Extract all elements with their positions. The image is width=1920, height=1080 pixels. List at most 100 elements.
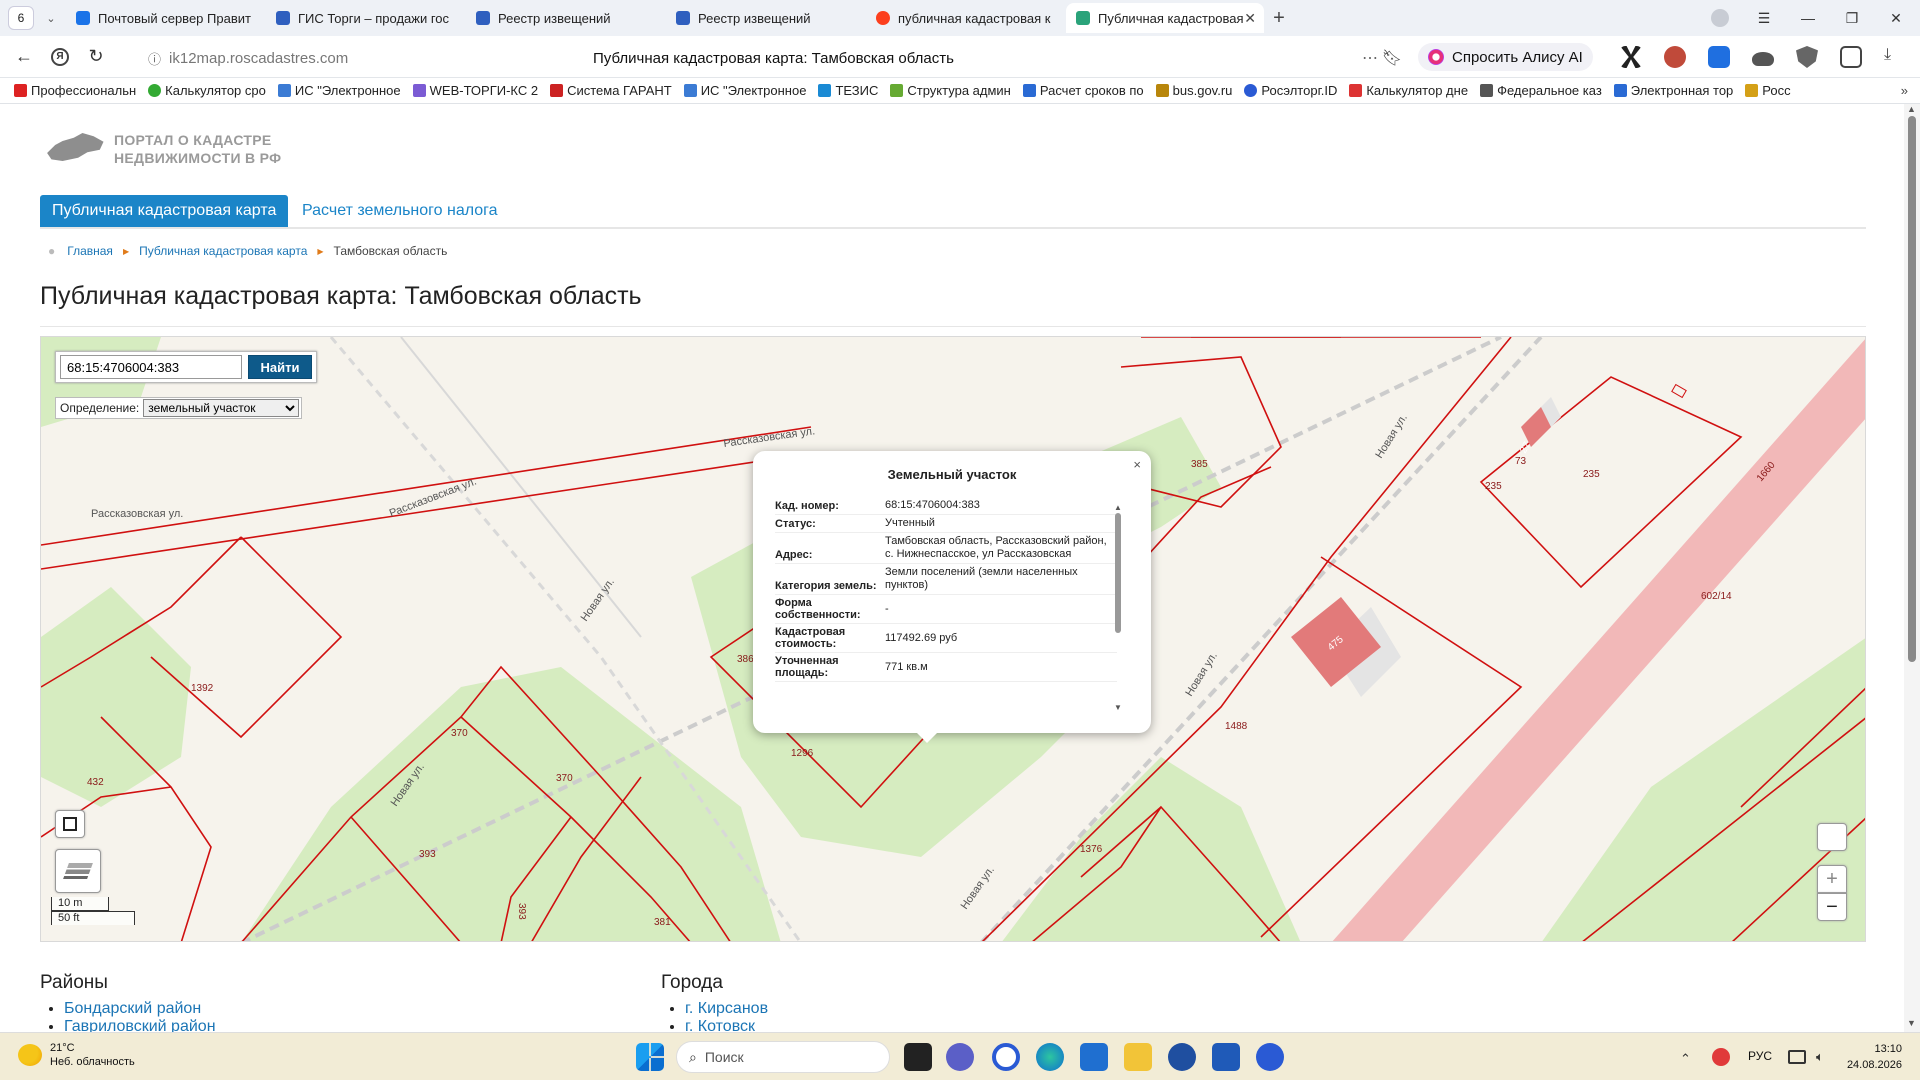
new-tab-button[interactable]: + xyxy=(1264,3,1294,33)
tab-list-dropdown-icon[interactable]: ⌄ xyxy=(38,6,64,30)
district-link[interactable]: Бондарский район xyxy=(64,1000,201,1017)
file-explorer-icon[interactable] xyxy=(1124,1043,1152,1071)
definition-select[interactable]: земельный участок xyxy=(143,399,300,417)
extension-icon[interactable] xyxy=(1620,46,1642,68)
city-link[interactable]: г. Кирсанов xyxy=(685,1000,768,1017)
language-indicator[interactable]: РУС xyxy=(1748,1049,1772,1063)
bookmark-item[interactable]: Расчет сроков по xyxy=(1022,83,1144,98)
app-icon[interactable] xyxy=(992,1043,1020,1071)
popup-close-icon[interactable]: × xyxy=(1133,457,1141,472)
page-scrollbar[interactable]: ▲ ▼ xyxy=(1904,104,1920,1032)
nav-public-cadastral-map[interactable]: Публичная кадастровая карта xyxy=(40,195,289,227)
collections-icon[interactable] xyxy=(1840,46,1862,68)
store-icon[interactable] xyxy=(1080,1043,1108,1071)
bookmark-item[interactable]: ИС "Электронное xyxy=(683,83,806,98)
fullscreen-icon xyxy=(63,817,77,831)
browser-tab[interactable]: Почтовый сервер Правит xyxy=(66,3,264,33)
volume-icon[interactable]: 🔈︎ xyxy=(1816,1049,1832,1065)
page-scroll-thumb[interactable] xyxy=(1908,116,1916,662)
profile-icon[interactable] xyxy=(1698,0,1742,36)
bookmark-item[interactable]: Росэлторг.ID xyxy=(1244,83,1337,98)
logo-line-1: ПОРТАЛ О КАДАСТРЕ xyxy=(114,132,272,148)
ask-alice-button[interactable]: Спросить Алису AI xyxy=(1418,43,1593,71)
address-field[interactable]: ⓘ ik12map.roscadastres.com Публичная кад… xyxy=(148,44,1408,72)
alice-icon xyxy=(1428,49,1444,65)
bookmark-item[interactable]: Федеральное каз xyxy=(1480,83,1602,98)
bookmark-icon[interactable]: 🔖︎ xyxy=(1382,48,1402,68)
browser-menu-icon[interactable]: ☰ xyxy=(1742,0,1786,36)
bookmark-item[interactable]: ТЕЗИС xyxy=(818,83,878,98)
bookmark-item[interactable]: bus.gov.ru xyxy=(1155,83,1232,98)
zoom-in-button[interactable]: + xyxy=(1817,865,1847,893)
word-icon[interactable] xyxy=(1212,1043,1240,1071)
more-icon[interactable]: ⋯ xyxy=(1362,48,1378,68)
scroll-down-icon[interactable]: ▼ xyxy=(1114,703,1122,712)
shield-icon[interactable] xyxy=(1796,46,1818,68)
tray-chevron-icon[interactable]: ⌃ xyxy=(1680,1051,1694,1066)
minimize-icon[interactable]: — xyxy=(1786,0,1830,36)
scroll-down-icon[interactable]: ▼ xyxy=(1907,1018,1916,1028)
teams-icon[interactable] xyxy=(946,1043,974,1071)
tab-favicon-icon xyxy=(676,11,690,25)
breadcrumb-home[interactable]: Главная xyxy=(67,244,113,258)
site-info-icon[interactable]: ⓘ xyxy=(148,49,161,68)
restore-icon[interactable]: ❐ xyxy=(1830,0,1874,36)
parcel-label: 235 xyxy=(1583,469,1600,480)
zoom-out-button[interactable]: − xyxy=(1817,893,1847,921)
bookmark-item[interactable]: Профессиональн xyxy=(14,83,136,98)
popup-scrollbar[interactable]: ▲ ▼ xyxy=(1113,503,1123,713)
edge-icon[interactable] xyxy=(1036,1043,1064,1071)
breadcrumb: ● Главная ▶ Публичная кадастровая карта … xyxy=(48,244,447,258)
task-view-icon[interactable] xyxy=(904,1043,932,1071)
yandex-icon[interactable] xyxy=(1256,1043,1284,1071)
map-tool-button[interactable] xyxy=(1817,823,1847,851)
start-icon[interactable] xyxy=(636,1043,664,1071)
bookmark-item[interactable]: WEB-ТОРГИ-КС 2 xyxy=(412,83,538,98)
system-clock[interactable]: 13:10 24.08.2026 xyxy=(1847,1041,1902,1073)
back-icon[interactable]: ← xyxy=(6,39,42,75)
downloads-icon[interactable]: ⤓ xyxy=(1884,46,1906,68)
browser-tab[interactable]: ГИС Торги – продажи гос xyxy=(266,3,464,33)
yandex-home-icon[interactable]: Я xyxy=(42,39,78,75)
browser-tab[interactable]: публичная кадастровая к xyxy=(866,3,1064,33)
site-logo[interactable]: ПОРТАЛ О КАДАСТРЕ НЕДВИЖИМОСТИ В РФ xyxy=(44,129,281,169)
bookmark-item[interactable]: Электронная тор xyxy=(1613,83,1733,98)
extension-icon[interactable] xyxy=(1752,52,1774,66)
taskbar-search[interactable]: ⌕ Поиск xyxy=(676,1041,890,1073)
district-link[interactable]: Гавриловский район xyxy=(64,1018,216,1032)
close-window-icon[interactable]: ✕ xyxy=(1874,0,1918,36)
bookmark-item[interactable]: Росс xyxy=(1745,83,1791,98)
tab-close-icon[interactable]: ✕ xyxy=(1244,10,1256,27)
scroll-up-icon[interactable]: ▲ xyxy=(1114,503,1122,512)
city-link[interactable]: г. Котовск xyxy=(685,1018,755,1032)
extension-icon[interactable] xyxy=(1664,46,1686,68)
fullscreen-button[interactable] xyxy=(55,810,85,838)
breadcrumb-map[interactable]: Публичная кадастровая карта xyxy=(139,244,307,258)
tab-title: Реестр извещений xyxy=(498,10,611,26)
bookmark-item[interactable]: ИС "Электронное xyxy=(277,83,401,98)
scroll-up-icon[interactable]: ▲ xyxy=(1907,104,1916,114)
bookmark-item[interactable]: Калькулятор дне xyxy=(1349,83,1468,98)
bookmark-item[interactable]: Калькулятор сро xyxy=(148,83,266,98)
layers-button[interactable] xyxy=(55,849,101,893)
bookmark-item[interactable]: Система ГАРАНТ xyxy=(550,83,672,98)
browser-tab-active[interactable]: Публичная кадастровая ✕ xyxy=(1066,3,1264,33)
parcel-label: 432 xyxy=(87,777,104,788)
tray-app-icon[interactable] xyxy=(1712,1048,1730,1066)
browser-tab[interactable]: Реестр извещений xyxy=(666,3,864,33)
yandex-browser-icon[interactable] xyxy=(1168,1043,1196,1071)
popup-scroll-thumb[interactable] xyxy=(1115,513,1121,633)
tab-count-badge[interactable]: 6 xyxy=(8,6,34,30)
bookmark-item[interactable]: Структура админ xyxy=(890,83,1011,98)
info-row: Уточненная площадь: 771 кв.м xyxy=(775,653,1117,682)
weather-widget[interactable]: 21°C Неб. облачность xyxy=(18,1041,135,1069)
info-value: Тамбовская область, Рассказовский район,… xyxy=(885,535,1107,560)
nav-land-tax[interactable]: Расчет земельного налога xyxy=(290,195,510,227)
find-button[interactable]: Найти xyxy=(248,355,312,379)
reload-icon[interactable]: ↻ xyxy=(78,39,114,75)
extension-icon[interactable] xyxy=(1708,46,1730,68)
network-icon[interactable] xyxy=(1788,1050,1806,1064)
cadastral-number-input[interactable] xyxy=(60,355,242,379)
browser-tab[interactable]: Реестр извещений xyxy=(466,3,664,33)
bookmarks-overflow-icon[interactable]: » xyxy=(1901,83,1908,98)
